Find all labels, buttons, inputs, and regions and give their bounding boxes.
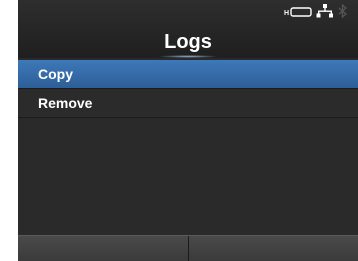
menu-item-remove[interactable]: Remove xyxy=(18,89,358,118)
menu-item-copy[interactable]: Copy xyxy=(18,60,358,89)
bluetooth-icon xyxy=(338,4,347,18)
sd-card-icon: H xyxy=(284,7,312,17)
header: H Logs xyxy=(18,0,358,58)
menu-item-label: Remove xyxy=(38,95,93,111)
softkey-left[interactable] xyxy=(18,236,189,261)
network-icon xyxy=(316,4,333,18)
svg-text:H: H xyxy=(284,10,289,17)
printer-display: H Logs Copy Remove xyxy=(18,0,358,261)
softkey-bar xyxy=(18,235,358,261)
title-underline xyxy=(158,55,218,58)
menu-item-label: Copy xyxy=(38,66,73,82)
page-title: Logs xyxy=(164,31,212,53)
menu-list: Copy Remove xyxy=(18,60,358,118)
status-icons: H xyxy=(278,4,358,18)
softkey-right[interactable] xyxy=(189,236,358,261)
